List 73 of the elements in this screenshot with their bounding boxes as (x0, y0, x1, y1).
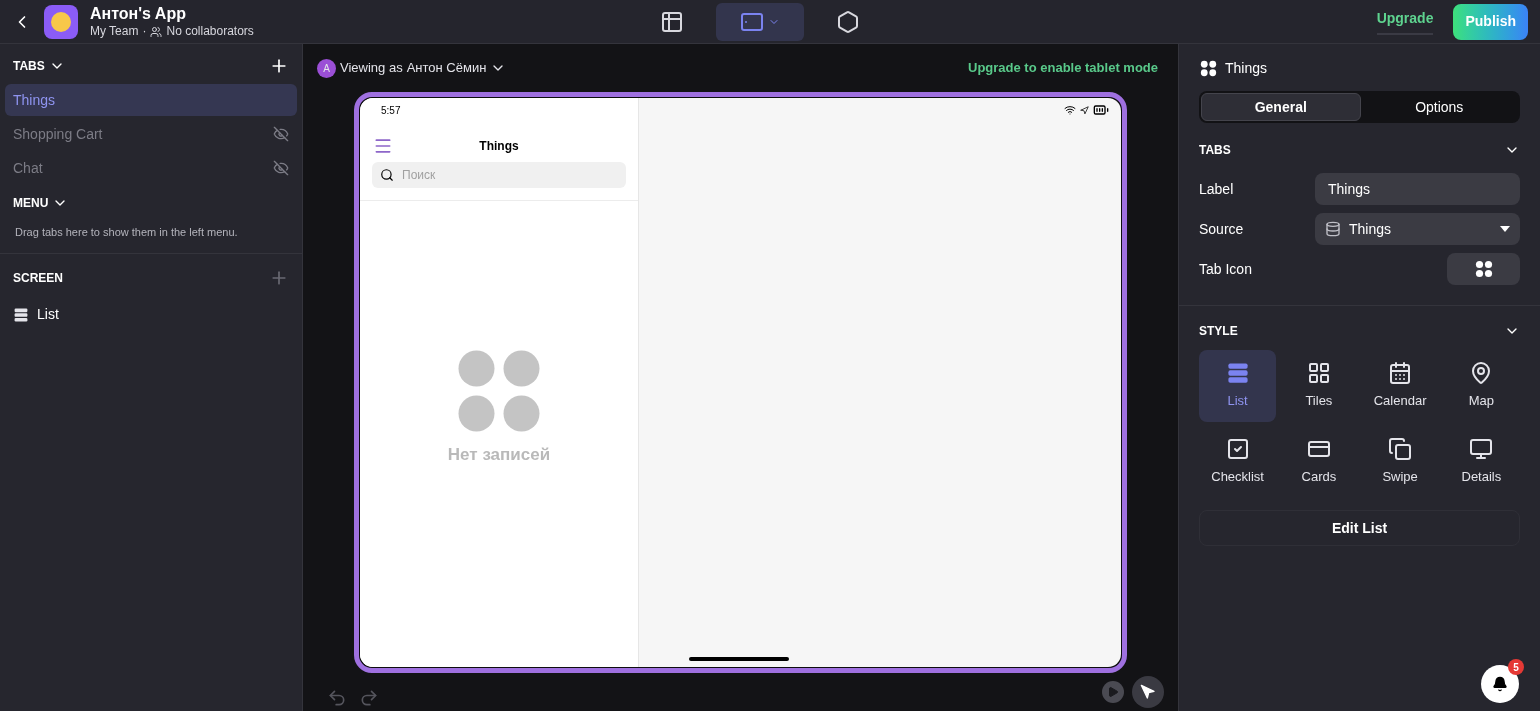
location-arrow-icon (1080, 105, 1089, 115)
notifications-button[interactable] (1481, 665, 1519, 703)
collaborators-text: No collaborators (166, 24, 254, 39)
undo-icon[interactable] (327, 688, 347, 708)
style-option[interactable]: Map (1442, 350, 1520, 422)
tab-item[interactable]: Shopping Cart (5, 118, 297, 150)
section-heading: MENU (13, 195, 49, 212)
section-heading: TABS (13, 58, 45, 75)
panel-title: Things (1225, 59, 1268, 78)
viewing-as-name[interactable]: Антон Сёмин (406, 58, 487, 78)
style-option[interactable]: Calendar (1361, 350, 1439, 422)
table-icon (660, 9, 684, 34)
pointer-arrow-icon (1140, 684, 1156, 700)
stacked-rows-icon (1225, 361, 1250, 386)
view-mode-button[interactable] (716, 2, 804, 41)
style-option[interactable]: Details (1442, 426, 1520, 498)
field-label: Source (1199, 219, 1245, 239)
notification-badge: 5 (1508, 659, 1524, 675)
checkbox-icon (1225, 437, 1250, 462)
style-option[interactable]: Tiles (1280, 350, 1358, 422)
grid-dots-icon (1200, 60, 1217, 77)
upgrade-link[interactable]: Upgrade (1376, 8, 1434, 35)
stacked-cards-icon (1388, 437, 1413, 462)
hidden-eye-icon[interactable] (273, 126, 289, 142)
app-title: Антон's App (90, 4, 187, 24)
tab-icon-button[interactable] (1447, 253, 1520, 285)
source-select[interactable]: Things (1315, 213, 1520, 245)
monitor-icon (1469, 437, 1494, 462)
screen-item[interactable]: List (0, 299, 302, 330)
tab-item[interactable]: Chat (5, 152, 297, 184)
search-icon (380, 168, 394, 182)
style-option[interactable]: Checklist (1199, 426, 1277, 498)
label-input[interactable]: Things (1315, 173, 1520, 205)
screen-label: List (37, 305, 59, 324)
stacked-rows-icon (13, 306, 29, 323)
field-label: Tab Icon (1199, 259, 1253, 279)
menu-icon[interactable] (373, 136, 393, 156)
search-placeholder: Поиск (402, 167, 436, 184)
style-option[interactable]: List (1199, 350, 1277, 422)
hidden-eye-icon[interactable] (273, 160, 289, 176)
wifi-icon (1064, 104, 1076, 116)
app-icon (44, 4, 78, 39)
field-label: Label (1199, 179, 1235, 199)
style-option[interactable]: Swipe (1361, 426, 1439, 498)
settings-icon (836, 9, 860, 34)
play-icon (1107, 686, 1119, 698)
table-source-icon (1325, 221, 1341, 237)
segment-tab[interactable]: Options (1360, 93, 1518, 121)
screen-title: Things (478, 138, 520, 155)
grid-dots-icon (1474, 260, 1493, 278)
pointer-button[interactable] (1132, 676, 1164, 708)
edit-list-button[interactable]: Edit List (1199, 510, 1520, 546)
redo-icon[interactable] (359, 688, 379, 708)
team-name: My Team (90, 24, 139, 39)
dropdown-triangle-icon (1500, 226, 1510, 232)
section-heading: STYLE (1199, 323, 1238, 340)
section-heading: TABS (1199, 142, 1231, 159)
battery-icon (1093, 102, 1109, 118)
status-time: 5:57 (380, 104, 402, 118)
menu-hint: Drag tabs here to show them in the left menu. (14, 225, 239, 240)
upgrade-notice[interactable]: Upgrade to enable tablet mode (968, 58, 1158, 78)
style-option[interactable]: Cards (1280, 426, 1358, 498)
section-heading: SCREEN (13, 269, 63, 287)
tab-item[interactable]: Things (5, 84, 297, 116)
empty-state-text: Нет записей (447, 444, 551, 466)
calendar-icon (1388, 361, 1413, 386)
segment-tab[interactable]: General (1201, 93, 1361, 121)
tiles-icon (1306, 361, 1331, 386)
bell-icon (1492, 676, 1508, 692)
user-avatar: A (317, 58, 336, 78)
people-icon (150, 25, 163, 38)
viewing-as-label[interactable]: Viewing as (340, 58, 403, 78)
separator-dot: · (142, 24, 147, 39)
